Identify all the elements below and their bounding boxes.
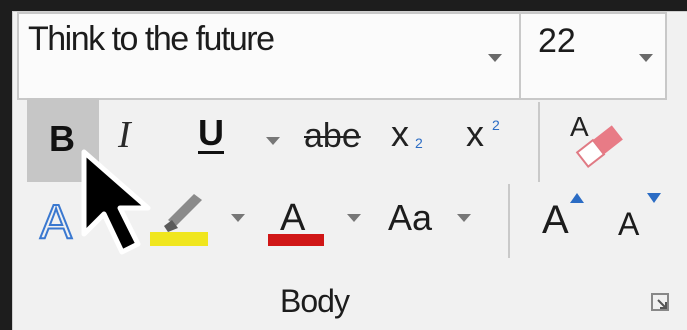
divider [519,14,521,98]
font-size-combobox[interactable]: 22 [538,22,576,61]
subscript-button[interactable]: x2 [391,113,423,155]
change-case-dropdown-chevron-down-icon[interactable] [457,214,471,222]
svg-text:A: A [570,111,589,142]
superscript-mark: 2 [492,117,500,133]
divider [508,184,510,258]
highlight-dropdown-chevron-down-icon[interactable] [231,214,245,222]
shrink-arrow-icon [647,193,661,203]
cursor-arrow-icon [81,149,151,255]
text-effects-label: A [40,196,72,248]
grow-font-button[interactable]: A [542,198,569,243]
strikethrough-button[interactable]: abe [304,117,361,156]
divider [538,102,540,182]
shrink-font-button[interactable]: A [618,206,639,243]
font-color-label: A [280,197,306,239]
underline-button[interactable]: U [198,112,224,154]
font-color-dropdown-chevron-down-icon[interactable] [347,214,361,222]
font-color-bar [268,234,324,246]
underline-dropdown-chevron-down-icon[interactable] [266,137,280,145]
subscript-base: x [391,113,409,154]
grow-arrow-icon [570,193,584,203]
change-case-button[interactable]: Aa [388,197,432,239]
dialog-launcher-icon[interactable] [650,292,672,314]
font-name-combobox[interactable]: Think to the future [28,20,275,59]
group-label: Body [280,283,350,319]
eraser-icon[interactable]: A [566,108,630,172]
subscript-mark: 2 [415,135,423,151]
bold-label: B [49,118,75,159]
chevron-down-icon[interactable] [639,54,653,62]
font-color-button[interactable]: A [266,194,328,248]
superscript-button[interactable]: x2 [466,113,500,155]
chevron-down-icon[interactable] [488,54,502,62]
superscript-base: x [466,113,484,154]
